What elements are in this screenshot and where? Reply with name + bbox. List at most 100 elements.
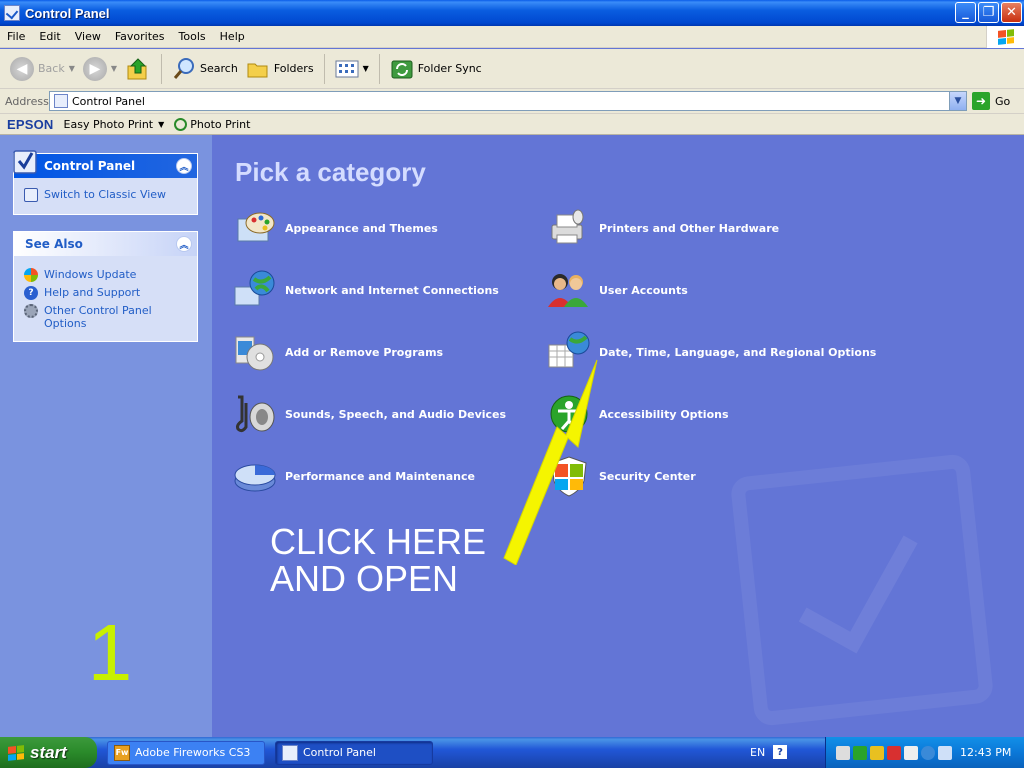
- gear-icon: [24, 304, 38, 318]
- tray-app-icon[interactable]: [836, 745, 850, 760]
- easy-photo-print-button[interactable]: Easy Photo Print ▼: [64, 118, 165, 131]
- title-bar: Control Panel _ ❐ ✕: [0, 0, 1024, 26]
- category-add-remove-programs[interactable]: Add or Remove Programs: [232, 329, 443, 375]
- category-printers-hardware[interactable]: Printers and Other Hardware: [546, 205, 779, 251]
- views-icon: [335, 60, 359, 77]
- control-panel-box: Control Panel ︽ Switch to Classic View: [13, 150, 198, 215]
- page-title: Pick a category: [235, 157, 426, 187]
- go-button[interactable]: ➜ Go: [972, 92, 1010, 110]
- tray-app-icon[interactable]: [938, 745, 952, 760]
- start-label: start: [30, 742, 67, 762]
- chevron-down-icon[interactable]: ▼: [949, 92, 966, 110]
- help-and-support-link[interactable]: ? Help and Support: [14, 284, 197, 302]
- folder-sync-button[interactable]: Folder Sync: [386, 52, 486, 86]
- control-panel-icon: [13, 150, 37, 174]
- control-panel-icon: [4, 5, 20, 21]
- maximize-button[interactable]: ❐: [978, 2, 999, 23]
- tray-app-icon[interactable]: [921, 745, 935, 760]
- annotation-line-1: CLICK HERE: [270, 521, 487, 562]
- folders-label: Folders: [273, 62, 314, 75]
- instruction-annotation: CLICK HERE AND OPEN: [270, 523, 486, 597]
- control-panel-icon: [54, 94, 68, 108]
- menu-file[interactable]: File: [0, 30, 32, 43]
- category-label: Printers and Other Hardware: [599, 221, 780, 235]
- switch-classic-view-link[interactable]: Switch to Classic View: [14, 186, 197, 204]
- toolbar-separator: [323, 53, 325, 84]
- category-label: User Accounts: [599, 283, 688, 297]
- window-controls: _ ❐ ✕: [955, 2, 1022, 23]
- step-number: 1: [87, 608, 133, 697]
- sound-speaker-icon: [236, 395, 275, 433]
- forward-button[interactable]: ▶ ▼: [79, 52, 121, 86]
- windows-update-link[interactable]: Windows Update: [14, 266, 197, 284]
- epson-toolbar: EPSON Easy Photo Print ▼ Photo Print: [0, 114, 1024, 135]
- performance-pie-icon: [234, 464, 276, 492]
- start-button[interactable]: start: [0, 737, 97, 768]
- control-panel-header[interactable]: Control Panel ︽: [13, 150, 197, 178]
- taskbar: start Fw Adobe Fireworks CS3 Control Pan…: [0, 737, 1024, 768]
- category-network-internet[interactable]: Network and Internet Connections: [232, 267, 499, 313]
- menu-edit[interactable]: Edit: [32, 30, 67, 43]
- views-button[interactable]: ▼: [331, 52, 373, 86]
- volume-icon[interactable]: [904, 745, 918, 760]
- menu-favorites[interactable]: Favorites: [108, 30, 172, 43]
- category-label: Sounds, Speech, and Audio Devices: [285, 407, 507, 421]
- task-pane: Control Panel ︽ Switch to Classic View S…: [0, 135, 212, 737]
- category-sounds-speech-audio[interactable]: Sounds, Speech, and Audio Devices: [232, 391, 506, 437]
- control-panel-icon: [282, 744, 298, 761]
- menu-view[interactable]: View: [68, 30, 108, 43]
- address-input[interactable]: Control Panel ▼: [49, 91, 967, 111]
- chevron-down-icon[interactable]: ▼: [363, 64, 369, 73]
- fireworks-icon: Fw: [114, 744, 130, 761]
- task-control-panel[interactable]: Control Panel: [275, 740, 433, 765]
- category-label: Security Center: [599, 469, 696, 483]
- task-label: Control Panel: [303, 746, 376, 759]
- chevron-down-icon[interactable]: ▼: [69, 64, 75, 73]
- category-label: Appearance and Themes: [285, 221, 438, 235]
- address-label: Address: [5, 94, 49, 108]
- photo-print-label: Photo Print: [190, 117, 251, 131]
- category-label: Accessibility Options: [599, 407, 729, 421]
- category-user-accounts[interactable]: User Accounts: [546, 267, 688, 313]
- category-label: Performance and Maintenance: [285, 469, 475, 483]
- tray-app-icon[interactable]: [887, 745, 901, 760]
- help-icon[interactable]: ?: [773, 745, 787, 759]
- photo-print-button[interactable]: Photo Print: [174, 117, 251, 131]
- back-button[interactable]: ◀ Back ▼: [6, 52, 79, 86]
- search-button[interactable]: Search: [168, 52, 242, 86]
- watermark-checkmark: [729, 453, 995, 727]
- task-fireworks[interactable]: Fw Adobe Fireworks CS3: [107, 740, 265, 765]
- menu-tools[interactable]: Tools: [172, 30, 213, 43]
- minimize-button[interactable]: _: [955, 2, 976, 23]
- yellow-arrow-annotation: [503, 359, 598, 565]
- folder-sync-label: Folder Sync: [417, 62, 482, 75]
- chevron-down-icon[interactable]: ▼: [158, 120, 164, 129]
- up-folder-button[interactable]: [121, 52, 155, 86]
- search-icon: [173, 57, 195, 79]
- collapse-icon[interactable]: ︽: [176, 236, 192, 252]
- appearance-themes-icon: [237, 212, 275, 242]
- see-also-header[interactable]: See Also ︽: [14, 232, 197, 256]
- switch-classic-view-label: Switch to Classic View: [44, 188, 167, 201]
- other-options-link[interactable]: Other Control Panel Options: [14, 302, 197, 332]
- user-accounts-icon: [548, 274, 588, 307]
- help-icon: ?: [24, 286, 38, 300]
- toolbar-separator: [161, 53, 163, 84]
- tray-network-icon[interactable]: [853, 745, 867, 760]
- go-arrow-icon: ➜: [972, 92, 990, 110]
- language-indicator[interactable]: EN: [750, 746, 765, 759]
- folders-button[interactable]: Folders: [242, 52, 318, 86]
- see-also-title: See Also: [25, 237, 83, 251]
- category-performance-maintenance[interactable]: Performance and Maintenance: [232, 453, 475, 499]
- close-button[interactable]: ✕: [1001, 2, 1022, 23]
- windows-update-icon: [24, 268, 38, 282]
- collapse-icon[interactable]: ︽: [176, 158, 192, 174]
- menu-help[interactable]: Help: [213, 30, 252, 43]
- add-remove-programs-icon: [235, 336, 274, 371]
- go-label: Go: [995, 94, 1011, 108]
- chevron-down-icon[interactable]: ▼: [111, 64, 117, 73]
- tray-app-icon[interactable]: [870, 745, 884, 760]
- category-appearance-themes[interactable]: Appearance and Themes: [232, 205, 438, 251]
- menu-bar: File Edit View Favorites Tools Help: [0, 26, 1024, 48]
- system-tray: 12:43 PM: [825, 737, 1024, 768]
